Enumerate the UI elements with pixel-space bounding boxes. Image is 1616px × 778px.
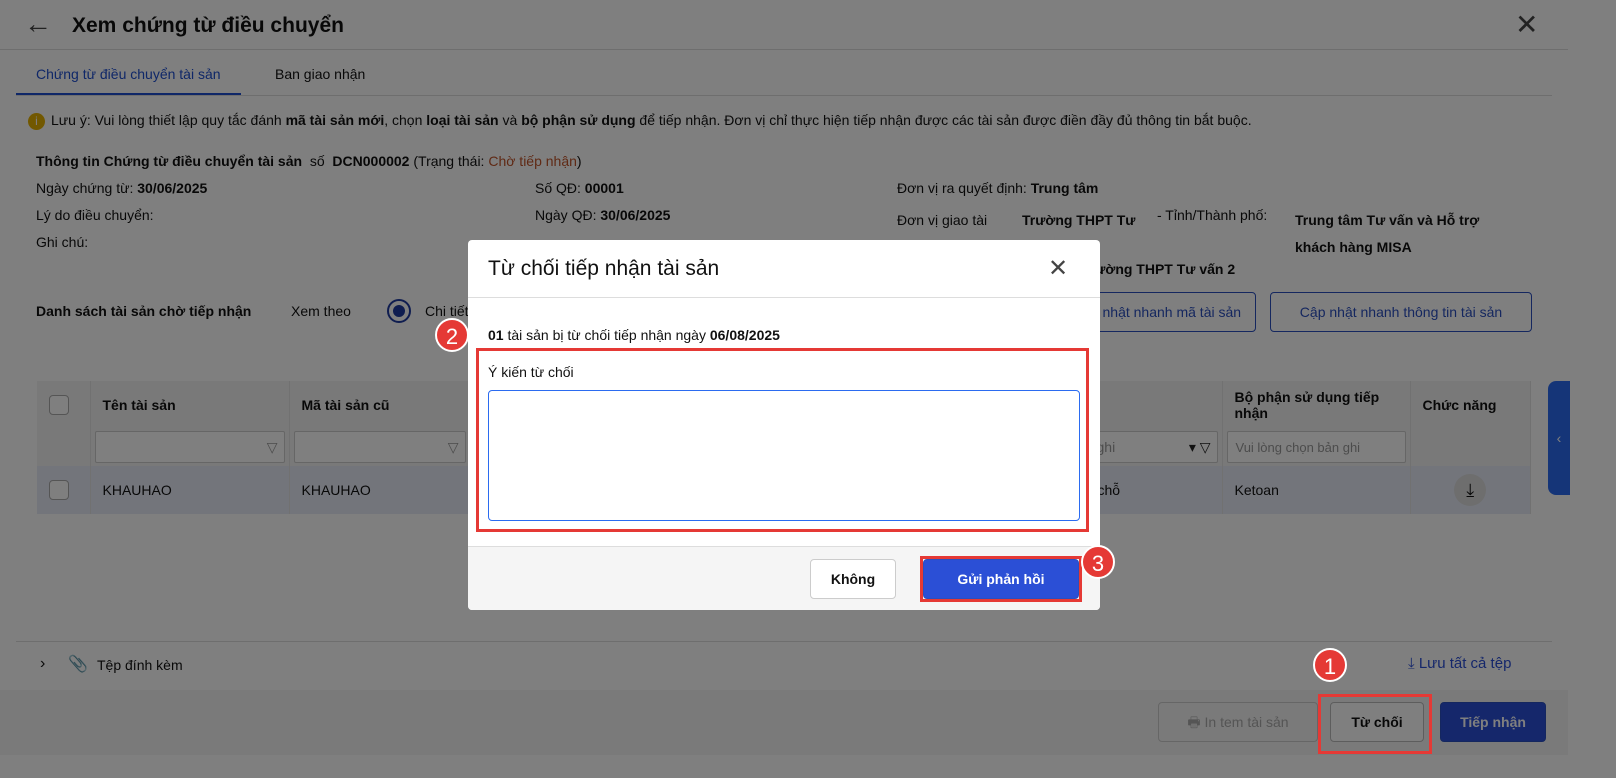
- reject-summary: 01 tài sản bị từ chối tiếp nhận ngày 06/…: [488, 327, 780, 343]
- highlight-submit-button: [920, 556, 1082, 602]
- cancel-button[interactable]: Không: [810, 559, 896, 599]
- step-badge-3: 3: [1081, 545, 1115, 579]
- step-badge-1: 1: [1313, 648, 1347, 682]
- dialog-close-icon[interactable]: ✕: [1048, 254, 1068, 283]
- step-badge-2: 2: [435, 318, 469, 352]
- text: tài sản bị từ chối tiếp nhận ngày: [503, 327, 710, 343]
- highlight-reason-field: [476, 348, 1089, 532]
- count: 01: [488, 327, 504, 343]
- highlight-reject-button: [1318, 694, 1432, 754]
- date: 06/08/2025: [709, 327, 780, 343]
- dialog-title: Từ chối tiếp nhận tài sản: [488, 257, 720, 280]
- divider: [468, 297, 1100, 298]
